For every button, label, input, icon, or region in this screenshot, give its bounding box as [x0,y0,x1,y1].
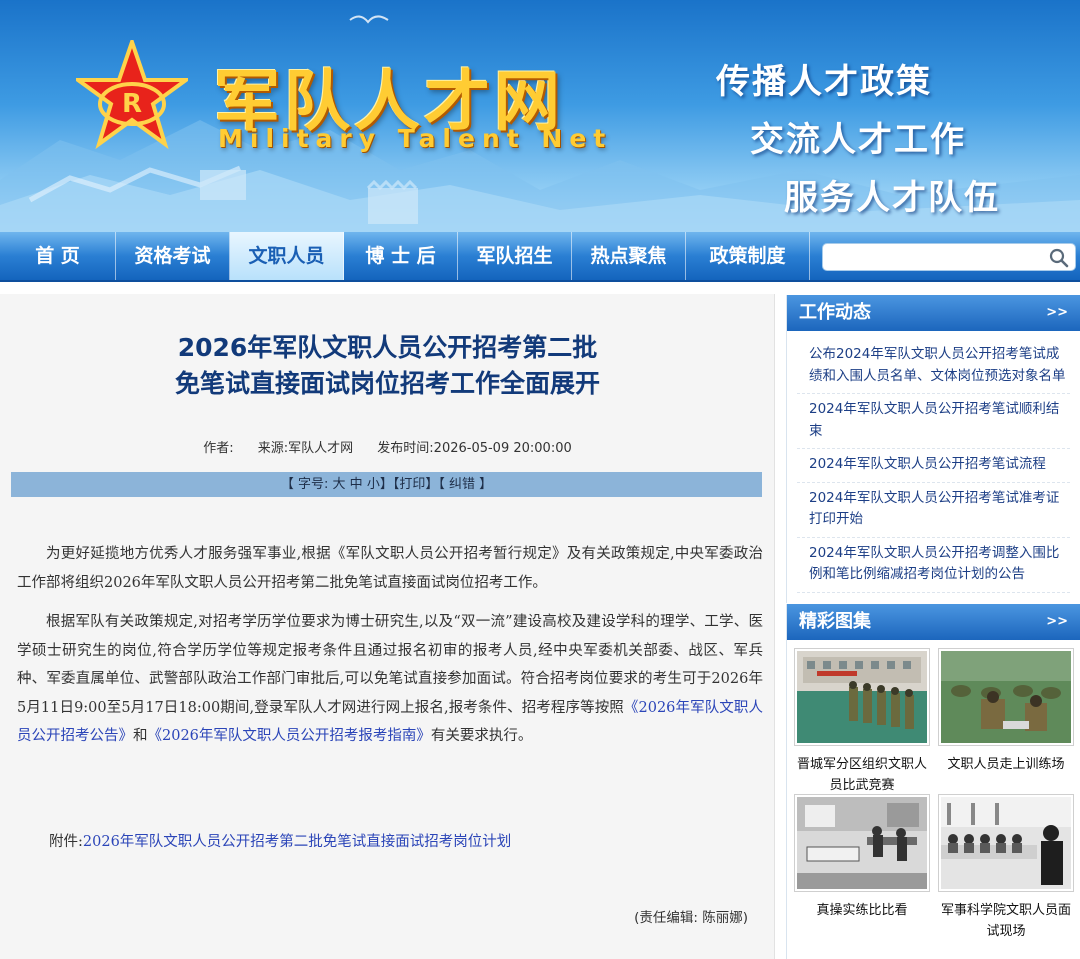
practice-drill-photo [797,797,927,889]
nav-item-qualification-exam[interactable]: 资格考试 [116,232,230,280]
nav-item-military-admission[interactable]: 军队招生 [458,232,572,280]
training-field-photo [941,651,1071,743]
main-nav: 首 页 资格考试 文职人员 博 士 后 军队招生 热点聚焦 政策制度 [0,232,1080,282]
work-news-panel: 工作动态 >> 公布2024年军队文职人员公开招考笔试成绩和入围人员名单、文体岗… [786,295,1080,603]
gallery-photo-3[interactable] [794,794,930,892]
responsible-editor: (责任编辑: 陈丽娜) [634,910,748,926]
gallery-more-link[interactable]: >> [1046,604,1068,640]
font-size-small-button[interactable]: 小 [367,477,380,492]
news-item[interactable]: 公布2024年军队文职人员公开招考笔试成绩和入围人员名单、文体岗位预选对象名单 [797,339,1070,394]
nav-item-civilian-staff[interactable]: 文职人员 [230,232,344,280]
article-title-line-2: 免笔试直接面试岗位招考工作全面展开 [174,369,600,398]
font-size-large-button[interactable]: 大 [333,477,346,492]
publish-time: 发布时间:2026-05-09 20:00:00 [377,441,572,456]
article-meta: 作者: 来源:军队人才网 发布时间:2026-05-09 20:00:00 [0,437,775,456]
gallery-caption-2[interactable]: 文职人员走上训练场 [936,754,1076,775]
search-box [822,243,1076,271]
site-subtitle: Military Talent Net [218,124,613,153]
article-title-line-1: 2026年军队文职人员公开招考第二批 [177,333,598,362]
news-item[interactable]: 2024年军队文职人员公开招考笔试流程 [797,449,1070,483]
work-news-header: 工作动态 >> [787,295,1080,331]
search-input[interactable] [823,244,1043,270]
soldiers-competition-photo [797,651,927,743]
nav-item-home[interactable]: 首 页 [0,232,116,280]
print-button[interactable]: 【打印】 [393,477,439,492]
font-size-close: 】 [379,477,393,492]
article-paragraph-1: 为更好延揽地方优秀人才服务强军事业,根据《军队文职人员公开招考暂行规定》及有关政… [17,546,763,591]
gallery-caption-1[interactable]: 晋城军分区组织文职人员比武竞赛 [792,754,932,796]
gallery-photo-2[interactable] [938,648,1074,746]
attachment-label: 附件: [49,834,83,850]
interview-scene-photo [941,797,1071,889]
site-banner: R 军队人才网 Military Talent Net 传播人才政策 交流人才工… [0,0,1080,232]
slogan-1: 传播人才政策 [716,62,932,102]
work-news-more-link[interactable]: >> [1046,295,1068,331]
news-item[interactable]: 2024年军队文职人员公开招考调整入围比例和笔比例缩减招考岗位计划的公告 [797,538,1070,593]
gallery-caption-4[interactable]: 军事科学院文职人员面试现场 [936,900,1076,942]
nav-item-policies[interactable]: 政策制度 [686,232,810,280]
slogan-3: 服务人才队伍 [784,178,1000,218]
photo-gallery-panel: 精彩图集 >> 晋城军分区组织文职人员比武竞赛 文职人员走上训练场 真操实练比比… [786,604,1080,959]
army-star-logo: R [76,40,188,150]
report-error-button[interactable]: 【 纠错 】 [438,477,492,492]
gallery-photo-4[interactable] [938,794,1074,892]
nav-item-hot-topics[interactable]: 热点聚焦 [572,232,686,280]
attachment: 附件:2026年军队文职人员公开招考第二批免笔试直接面试招考岗位计划 [49,830,511,851]
search-icon[interactable] [1049,248,1069,268]
attachment-link[interactable]: 2026年军队文职人员公开招考第二批免笔试直接面试招考岗位计划 [83,834,511,850]
article-source: 来源:军队人才网 [257,441,354,456]
gallery-photo-1[interactable] [794,648,930,746]
author-label: 作者: [203,441,234,456]
paragraph-2-tail: 有关要求执行。 [430,728,533,744]
gallery-caption-3[interactable]: 真操实练比比看 [792,900,932,921]
article-toolbar: 【 字号: 大 中 小】【打印】【 纠错 】 [11,472,762,497]
gallery-title: 精彩图集 [799,611,871,632]
gallery-header: 精彩图集 >> [787,604,1080,640]
news-item[interactable]: 2024年军队文职人员公开招考笔试顺利结束 [797,394,1070,449]
news-item[interactable]: 2024年军队文职人员公开招考笔试准考证打印开始 [797,483,1070,538]
work-news-list: 公布2024年军队文职人员公开招考笔试成绩和入围人员名单、文体岗位预选对象名单 … [787,331,1080,593]
application-guide-link[interactable]: 《2026年军队文职人员公开招考报考指南》 [148,728,431,744]
article-paragraph-2: 根据军队有关政策规定,对招考学历学位要求为博士研究生,以及“双一流”建设高校及建… [17,608,763,751]
font-size-medium-button[interactable]: 中 [350,477,363,492]
work-news-title: 工作动态 [799,302,871,323]
article-title: 2026年军队文职人员公开招考第二批 免笔试直接面试岗位招考工作全面展开 [0,330,775,402]
slogan-2: 交流人才工作 [750,120,966,160]
font-size-label: 【 字号: [280,477,333,492]
paragraph-2-and: 和 [133,728,148,744]
article-panel: 2026年军队文职人员公开招考第二批 免笔试直接面试岗位招考工作全面展开 作者:… [0,294,775,959]
svg-text:R: R [122,89,142,119]
nav-item-postdoc[interactable]: 博 士 后 [344,232,458,280]
